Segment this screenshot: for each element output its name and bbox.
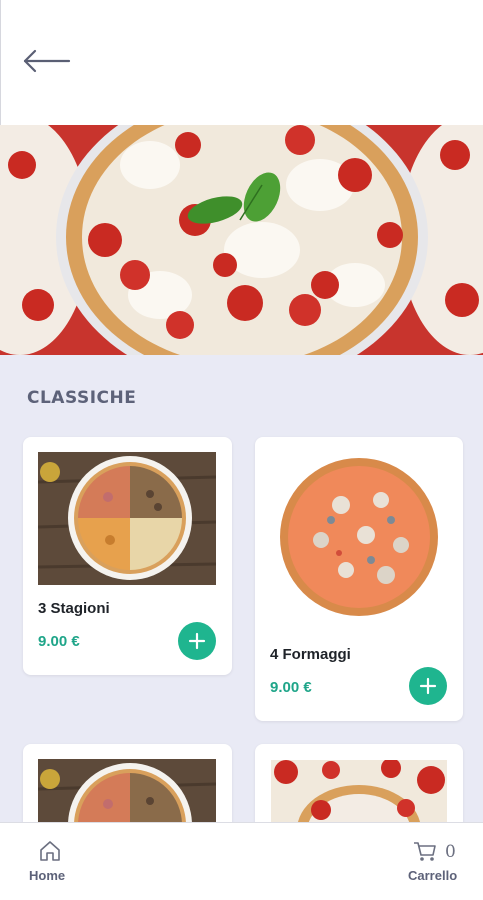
product-image: [271, 760, 447, 822]
arrow-left-icon: [23, 49, 71, 73]
product-name: 4 Formaggi: [270, 646, 351, 663]
nav-home[interactable]: Home: [26, 837, 76, 887]
product-price: 9.00 €: [38, 633, 80, 650]
plus-icon: [419, 677, 437, 695]
product-price: 9.00 €: [270, 679, 312, 696]
nav-home-label: Home: [29, 868, 66, 883]
hero-pizza-image: [0, 125, 483, 355]
bottom-navigation: Home 0 Carrello: [0, 822, 483, 900]
section-title: CLASSICHE: [27, 388, 137, 408]
add-to-cart-button[interactable]: [409, 667, 447, 705]
plus-icon: [188, 632, 206, 650]
cart-count: 0: [445, 842, 456, 862]
nav-cart-label: Carrello: [408, 868, 458, 883]
product-card[interactable]: 3 Stagioni 9.00 €: [23, 437, 232, 675]
product-card[interactable]: 4 Formaggi 9.00 €: [255, 437, 463, 721]
product-image: [38, 452, 216, 585]
back-button[interactable]: [19, 44, 73, 78]
product-image: [38, 759, 216, 822]
product-image: [271, 455, 447, 620]
add-to-cart-button[interactable]: [178, 622, 216, 660]
top-bar: [0, 0, 483, 125]
cart-icon: [414, 842, 436, 861]
home-icon: [40, 841, 60, 861]
product-name: 3 Stagioni: [38, 600, 110, 617]
nav-cart[interactable]: 0 Carrello: [405, 837, 467, 887]
